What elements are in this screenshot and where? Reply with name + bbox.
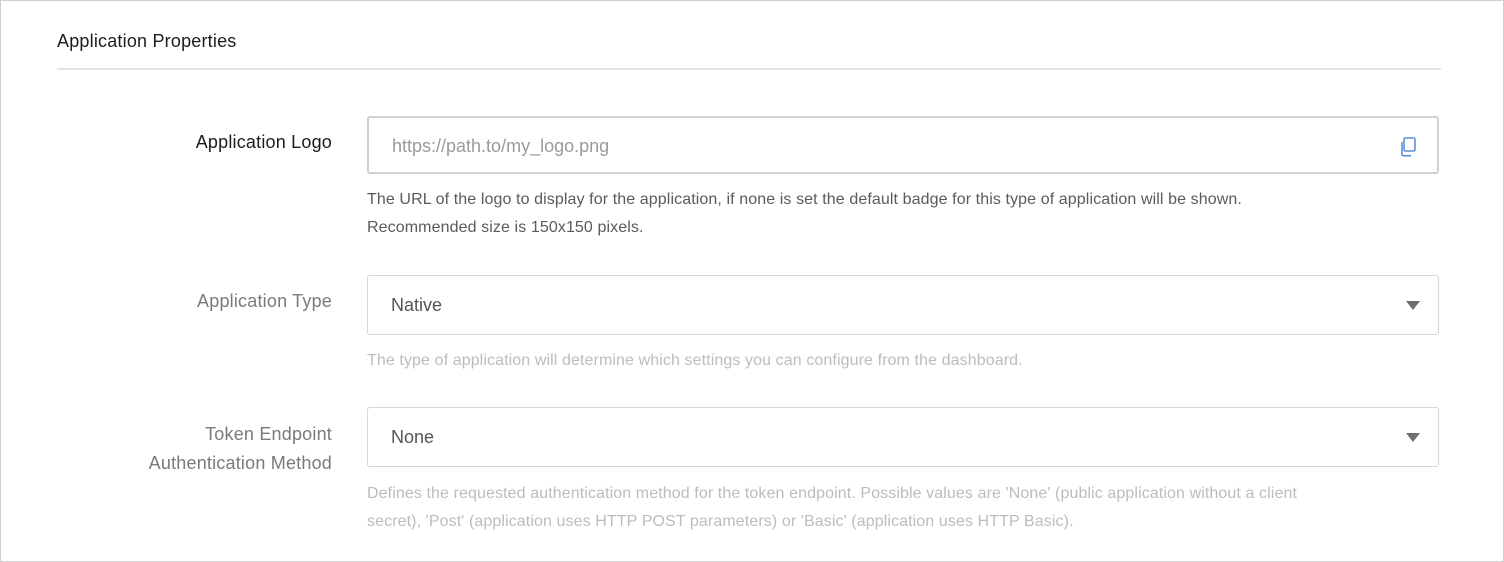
- section-divider: [57, 68, 1441, 70]
- token-auth-help-line2: secret), 'Post' (application uses HTTP P…: [367, 513, 1074, 530]
- token-auth-method-select[interactable]: None: [367, 407, 1439, 467]
- token-auth-method-value: None: [391, 427, 435, 447]
- application-type-select[interactable]: Native: [367, 275, 1439, 335]
- token-auth-label-line2: Authentication Method: [148, 453, 332, 473]
- section-title: Application Properties: [57, 31, 237, 51]
- application-properties-panel: Application Properties Application Logo …: [0, 0, 1504, 562]
- token-auth-label-line1: Token Endpoint: [205, 424, 332, 444]
- caret-down-icon: [1406, 301, 1420, 310]
- application-logo-help-line2: Recommended size is 150x150 pixels.: [367, 219, 644, 236]
- application-logo-label: Application Logo: [195, 132, 332, 152]
- application-type-label: Application Type: [197, 291, 332, 311]
- application-logo-input[interactable]: https://path.to/my_logo.png: [367, 116, 1439, 174]
- caret-down-icon: [1406, 433, 1420, 442]
- application-type-help: The type of application will determine w…: [367, 352, 1023, 369]
- token-auth-help-line1: Defines the requested authentication met…: [367, 485, 1298, 502]
- application-logo-placeholder: https://path.to/my_logo.png: [392, 136, 610, 156]
- application-type-value: Native: [391, 295, 443, 315]
- copy-icon[interactable]: [1399, 137, 1417, 157]
- application-logo-help-line1: The URL of the logo to display for the a…: [367, 191, 1242, 208]
